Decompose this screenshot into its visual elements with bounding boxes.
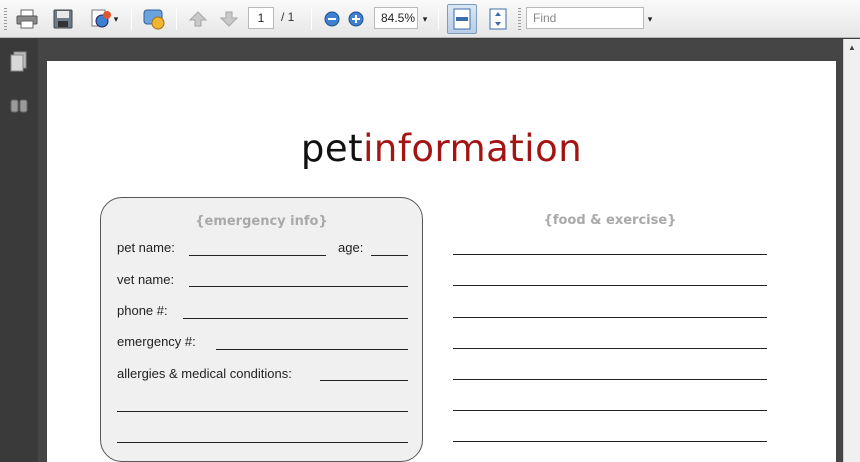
emergency-label: emergency #: — [117, 334, 196, 349]
allergies-line-2 — [117, 411, 408, 412]
attachments-icon — [10, 99, 28, 113]
emergency-line — [216, 349, 408, 350]
vet-name-line — [189, 286, 408, 287]
comment-icon — [143, 9, 165, 30]
allergies-line — [320, 380, 408, 381]
pet-name-label: pet name: — [117, 240, 175, 255]
prev-page-icon — [189, 11, 207, 27]
age-line — [371, 255, 408, 256]
pdf-page: petinformation {emergency info} pet name… — [47, 61, 836, 462]
scroll-up-button[interactable]: ▲ — [844, 39, 860, 55]
fit-width-button[interactable] — [486, 6, 510, 32]
phone-label: phone #: — [117, 303, 168, 318]
page-number-input[interactable]: 1 — [248, 7, 274, 29]
save-button[interactable] — [50, 6, 76, 32]
food-line — [453, 254, 767, 255]
find-input[interactable]: Find — [526, 7, 644, 29]
zoom-dropdown-button[interactable]: ▾ — [419, 6, 431, 32]
emergency-info-card: {emergency info} pet name: age: vet name… — [100, 197, 423, 462]
vertical-scrollbar[interactable]: ▲ — [843, 39, 860, 462]
food-line — [453, 348, 767, 349]
food-line — [453, 410, 767, 411]
fit-page-button[interactable] — [447, 4, 477, 34]
sign-button[interactable]: ▾ — [84, 6, 124, 32]
chevron-down-icon: ▾ — [647, 13, 653, 24]
food-line — [453, 379, 767, 380]
pages-button[interactable] — [9, 51, 29, 73]
food-exercise-heading: {food & exercise} — [543, 213, 677, 228]
age-label: age: — [338, 240, 364, 255]
page-total: / 1 — [281, 10, 295, 24]
food-line — [453, 285, 767, 286]
vet-name-label: vet name: — [117, 272, 175, 287]
find-dropdown-button[interactable]: ▾ — [644, 6, 656, 32]
allergies-line-3 — [117, 442, 408, 443]
zoom-in-icon — [348, 11, 364, 27]
pages-icon — [10, 51, 27, 72]
fit-page-icon — [453, 8, 471, 30]
phone-line — [183, 318, 408, 319]
emergency-info-heading: {emergency info} — [195, 214, 328, 229]
navigation-pane — [0, 39, 38, 462]
sign-icon — [91, 9, 111, 28]
zoom-out-button[interactable] — [321, 6, 343, 32]
fit-width-icon — [489, 8, 507, 30]
allergies-label: allergies & medical conditions: — [117, 366, 292, 381]
save-icon — [53, 9, 73, 29]
next-page-button[interactable] — [217, 6, 241, 32]
chevron-down-icon: ▾ — [422, 13, 428, 24]
arrow-up-icon: ▲ — [848, 42, 856, 52]
print-button[interactable] — [14, 6, 40, 32]
chevron-down-icon: ▾ — [113, 13, 119, 24]
prev-page-button[interactable] — [186, 6, 210, 32]
zoom-out-icon — [324, 11, 340, 27]
comment-button[interactable] — [139, 6, 169, 32]
print-icon — [16, 9, 38, 29]
next-page-icon — [220, 11, 238, 27]
toolbar: ▾ 1 / 1 84.5% ▾ Find ▾ — [0, 0, 860, 38]
title-part-1: pet — [300, 127, 364, 170]
toolbar-grip[interactable] — [4, 8, 7, 30]
zoom-level-input[interactable]: 84.5% — [374, 7, 418, 29]
title-part-2: information — [363, 127, 583, 170]
food-line — [453, 441, 767, 442]
zoom-in-button[interactable] — [345, 6, 367, 32]
document-title: petinformation — [47, 127, 836, 170]
food-line — [453, 317, 767, 318]
attachments-button[interactable] — [9, 95, 29, 117]
pet-name-line — [189, 255, 326, 256]
